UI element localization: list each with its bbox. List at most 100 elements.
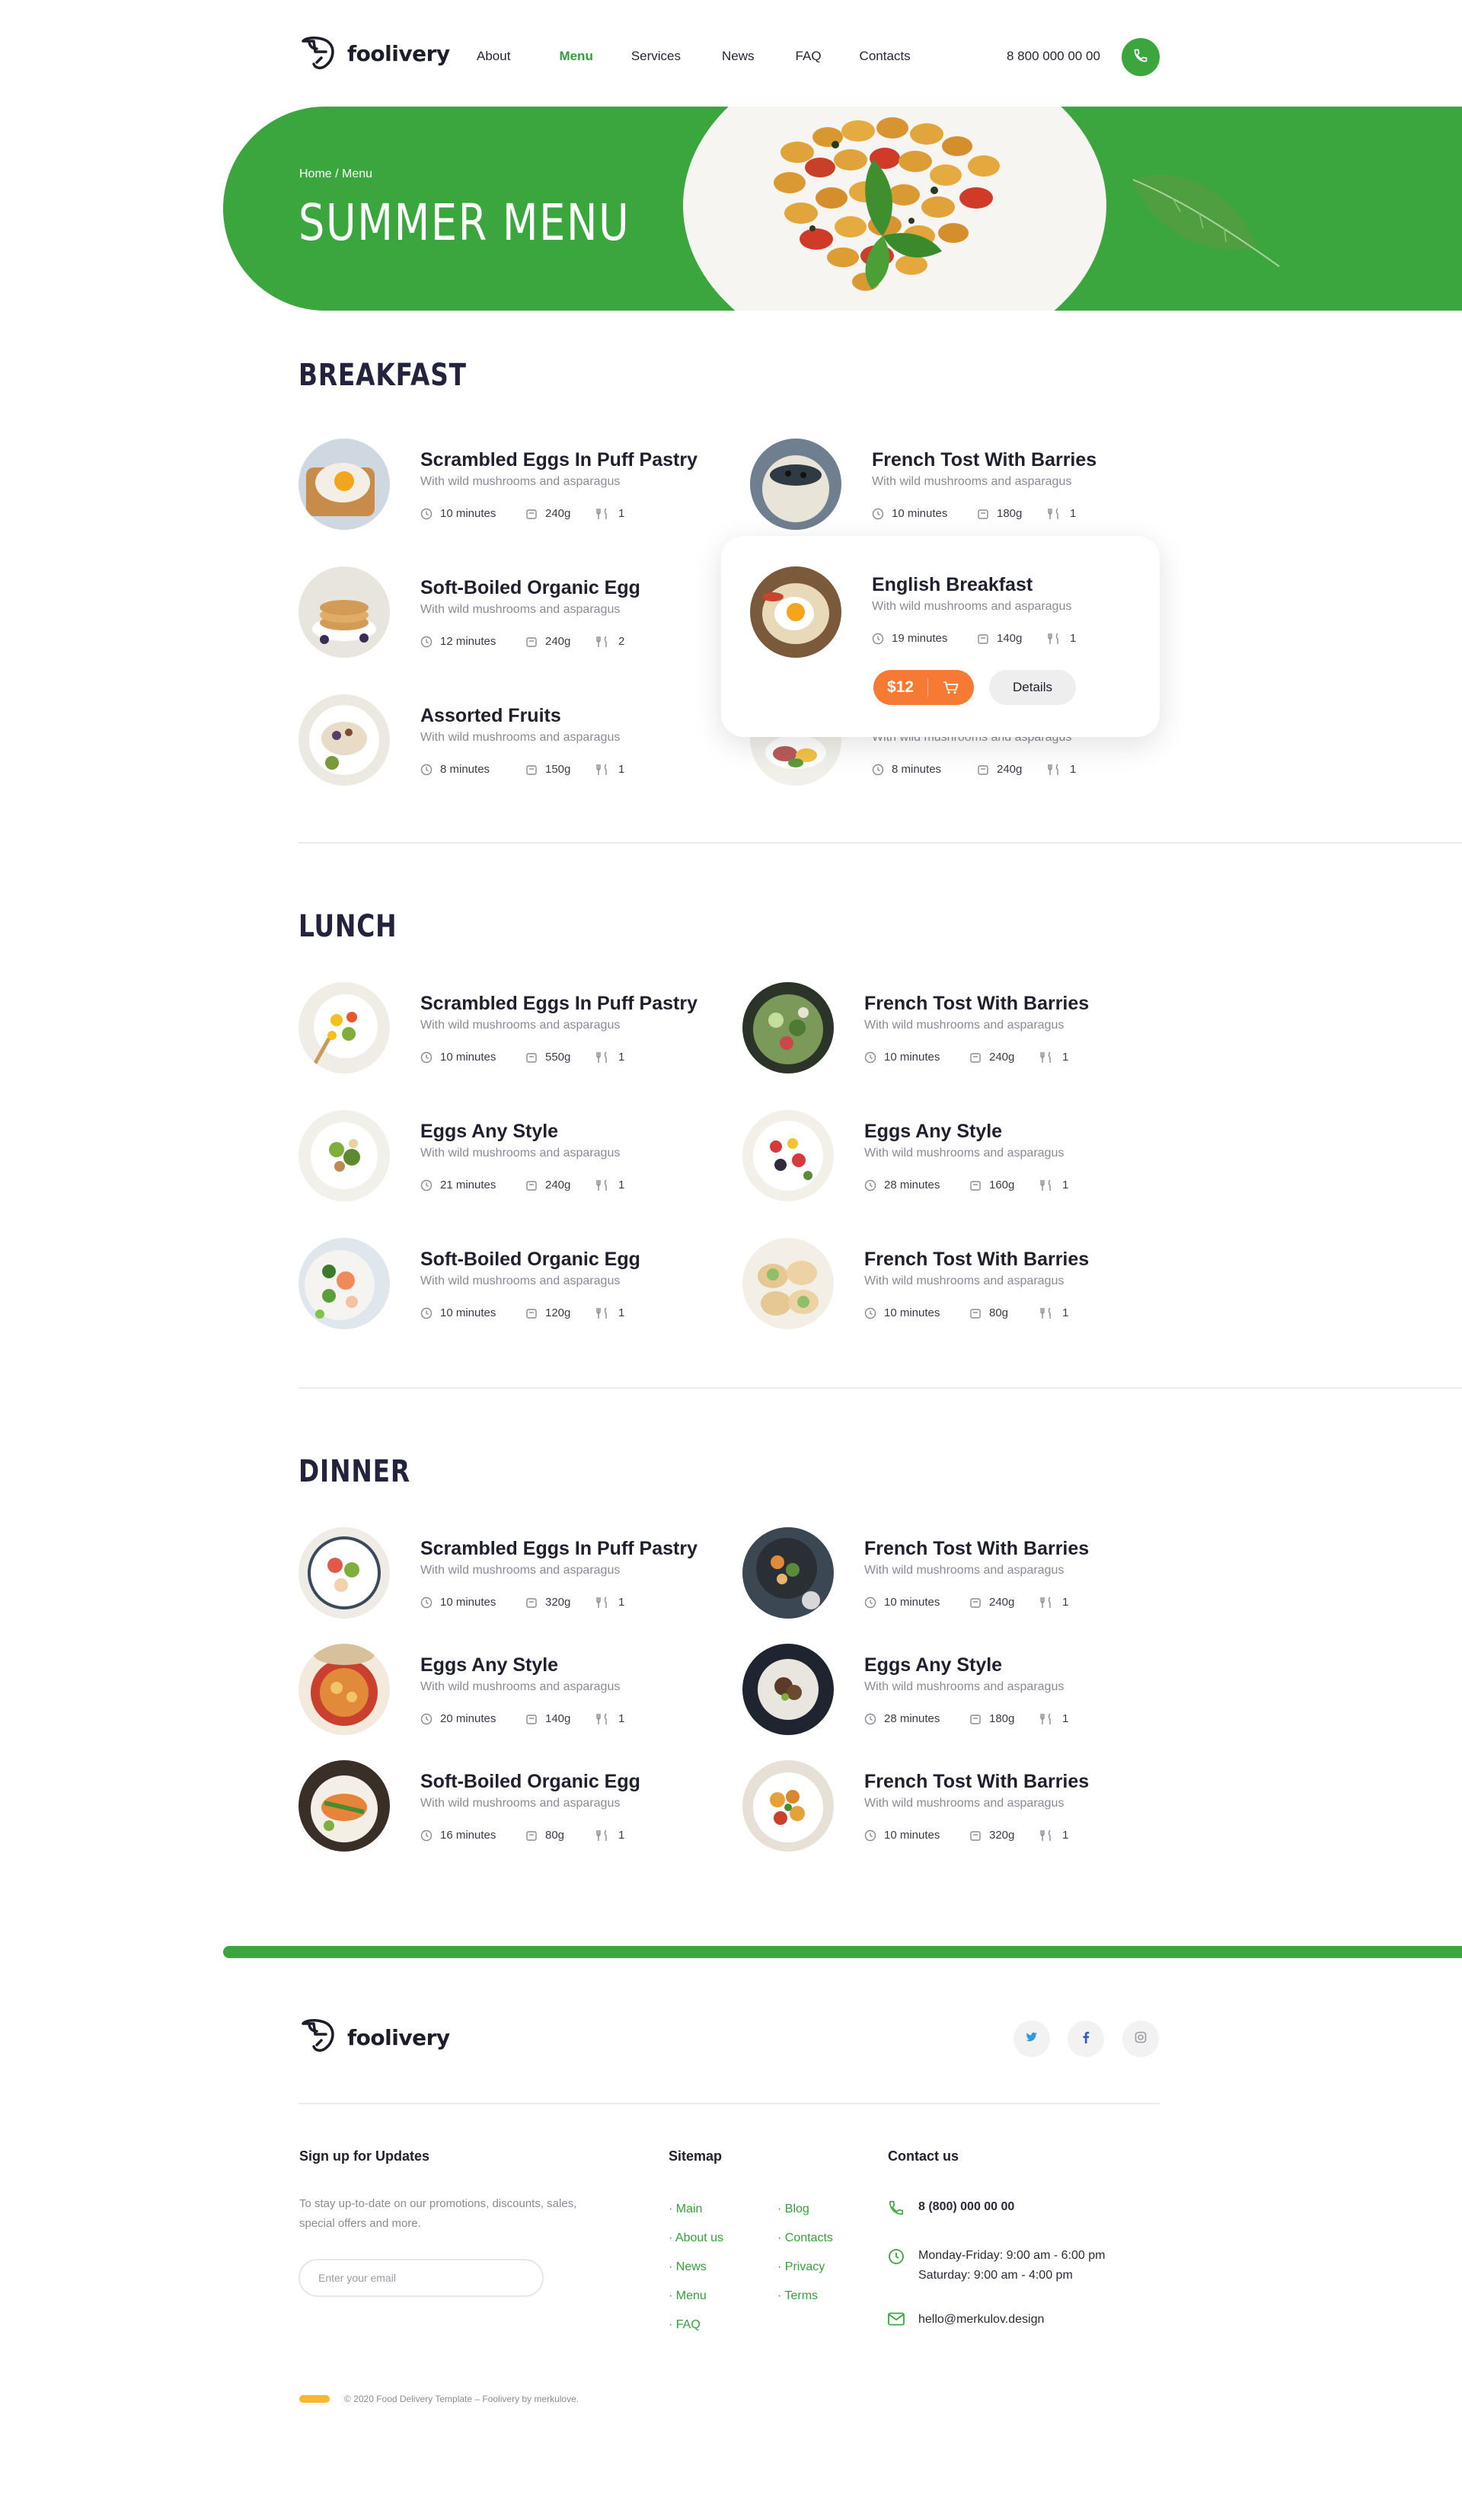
dish-description: With wild mushrooms and asparagus	[420, 1564, 621, 1577]
dish-description: With wild mushrooms and asparagus	[420, 1797, 621, 1810]
contact-phone-row[interactable]: 8 (800) 000 00 00	[888, 2197, 1014, 2217]
dish-weight: 80g	[545, 1829, 565, 1842]
dish-name: Soft-Boiled Organic Egg	[420, 577, 640, 598]
clock-icon	[864, 1829, 876, 1842]
twitter-button[interactable]	[1014, 2021, 1050, 2057]
clock-icon	[864, 1179, 876, 1191]
dish-servings: 1	[1062, 1712, 1069, 1725]
instagram-button[interactable]	[1122, 2021, 1159, 2057]
header-phone[interactable]: 8 800 000 00 00	[1007, 49, 1100, 64]
dish-servings: 1	[618, 1179, 625, 1191]
menu-card[interactable]: Soft-Boiled Organic Egg With wild mushro…	[298, 566, 725, 665]
dish-servings: 1	[1062, 1596, 1069, 1609]
contact-email: hello@merkulov.design	[918, 2313, 1045, 2326]
brand-logo[interactable]: foolivery	[298, 35, 450, 72]
dish-image	[298, 566, 390, 658]
sitemap-link-about[interactable]: · About us	[669, 2231, 723, 2245]
cutlery-icon	[595, 764, 611, 776]
menu-card[interactable]: Scrambled Eggs In Puff Pastry With wild …	[298, 1527, 725, 1626]
menu-card[interactable]: Eggs Any Style With wild mushrooms and a…	[742, 1644, 1169, 1743]
dish-name: Scrambled Eggs In Puff Pastry	[420, 1538, 697, 1559]
dish-weight: 550g	[545, 1051, 571, 1064]
menu-card[interactable]: Soft-Boiled Organic Egg With wild mushro…	[298, 1238, 725, 1337]
dish-meta: 28 minutes 180g 1	[864, 1712, 1068, 1725]
dish-meta: 10 minutes 550g 1	[420, 1051, 624, 1064]
menu-card-popup[interactable]: English Breakfast With wild mushrooms an…	[721, 536, 1160, 737]
sitemap-link-faq[interactable]: · FAQ	[669, 2318, 701, 2332]
contact-email-row[interactable]: hello@merkulov.design	[888, 2310, 1044, 2330]
copyright-text: © 2020 Food Delivery Template – Fooliver…	[344, 2394, 579, 2404]
weight-icon	[525, 1713, 538, 1725]
nav-about[interactable]: About	[477, 49, 510, 64]
nav-news[interactable]: News	[722, 49, 755, 64]
sitemap-link-terms[interactable]: · Terms	[777, 2289, 818, 2303]
dish-image	[742, 1110, 834, 1201]
menu-card[interactable]: French Tost With Barries With wild mushr…	[742, 982, 1169, 1081]
dish-name: French Tost With Barries	[864, 1538, 1090, 1559]
nav-menu[interactable]: Menu	[559, 49, 592, 64]
clock-icon	[872, 764, 884, 776]
footer-brand-logo[interactable]: foolivery	[298, 2018, 450, 2058]
nav-contacts[interactable]: Contacts	[860, 49, 911, 64]
cutlery-icon	[595, 1829, 611, 1842]
facebook-button[interactable]	[1068, 2021, 1104, 2057]
dish-description: With wild mushrooms and asparagus	[864, 1797, 1065, 1810]
add-to-cart-button[interactable]: $12	[873, 670, 974, 705]
dish-description: With wild mushrooms and asparagus	[864, 1680, 1065, 1693]
sitemap-link-main[interactable]: · Main	[669, 2203, 702, 2216]
menu-card[interactable]: Eggs Any Style With wild mushrooms and a…	[298, 1110, 725, 1209]
site-header: foolivery About Menu Services News FAQ C…	[0, 0, 1462, 107]
menu-card[interactable]: French Tost With Barries With wild mushr…	[742, 1238, 1169, 1337]
menu-card[interactable]: French Tost With Barries With wild mushr…	[742, 1760, 1169, 1859]
dish-meta: 21 minutes 240g 1	[420, 1179, 624, 1191]
clock-icon	[420, 508, 433, 520]
weight-icon	[969, 1179, 982, 1191]
clock-icon	[864, 1713, 876, 1725]
sitemap-link-privacy[interactable]: · Privacy	[777, 2260, 825, 2274]
dish-servings: 1	[1062, 1306, 1069, 1319]
sitemap-link-menu[interactable]: · Menu	[669, 2289, 707, 2303]
menu-card[interactable]: French Tost With Barries With wild mushr…	[750, 439, 1176, 537]
call-button[interactable]	[1122, 38, 1160, 76]
sitemap-link-contacts[interactable]: · Contacts	[777, 2231, 833, 2245]
dish-name: French Tost With Barries	[864, 1249, 1090, 1270]
nav-services[interactable]: Services	[631, 49, 681, 64]
dish-weight: 240g	[545, 1179, 571, 1191]
brand-name: foolivery	[347, 40, 450, 66]
prep-time: 10 minutes	[440, 1306, 496, 1319]
dish-weight: 240g	[545, 507, 571, 520]
menu-card[interactable]: Eggs Any Style With wild mushrooms and a…	[298, 1644, 725, 1743]
dish-description: With wild mushrooms and asparagus	[420, 603, 621, 616]
cutlery-icon	[1039, 1179, 1055, 1191]
menu-card[interactable]: Scrambled Eggs In Puff Pastry With wild …	[298, 439, 725, 537]
dish-name: Eggs Any Style	[420, 1654, 559, 1676]
weight-icon	[977, 764, 989, 776]
menu-card[interactable]: Scrambled Eggs In Puff Pastry With wild …	[298, 982, 725, 1081]
cutlery-icon	[595, 508, 611, 520]
weight-icon	[525, 636, 538, 648]
dish-weight: 240g	[989, 1596, 1015, 1609]
dish-meta: 10 minutes 320g 1	[420, 1596, 624, 1609]
cutlery-icon	[1039, 1713, 1055, 1725]
prep-time: 10 minutes	[892, 507, 948, 520]
dish-image	[298, 1110, 390, 1201]
details-button[interactable]: Details	[989, 670, 1076, 705]
phone-icon	[888, 2197, 905, 2216]
nav-faq[interactable]: FAQ	[796, 49, 822, 64]
dish-servings: 1	[618, 507, 625, 520]
signup-text-line-1: To stay up-to-date on our promotions, di…	[299, 2197, 577, 2210]
menu-card[interactable]: Soft-Boiled Organic Egg With wild mushro…	[298, 1760, 725, 1859]
email-subscribe-input[interactable]	[298, 2259, 544, 2297]
sitemap-link-blog[interactable]: · Blog	[777, 2203, 809, 2216]
menu-card[interactable]: Eggs Any Style With wild mushrooms and a…	[742, 1110, 1169, 1209]
menu-card[interactable]: French Tost With Barries With wild mushr…	[742, 1527, 1169, 1626]
weight-icon	[969, 1713, 982, 1725]
signup-heading: Sign up for Updates	[299, 2148, 429, 2164]
sitemap-link-news[interactable]: · News	[669, 2260, 707, 2274]
breadcrumb-home[interactable]: Home	[299, 167, 332, 180]
dish-meta: 10 minutes 320g 1	[864, 1829, 1068, 1842]
dish-weight: 150g	[545, 763, 571, 776]
menu-card[interactable]: Assorted Fruits With wild mushrooms and …	[298, 694, 725, 793]
dish-image	[298, 1527, 390, 1619]
dish-meta: 8 minutes 150g 1	[420, 763, 624, 776]
